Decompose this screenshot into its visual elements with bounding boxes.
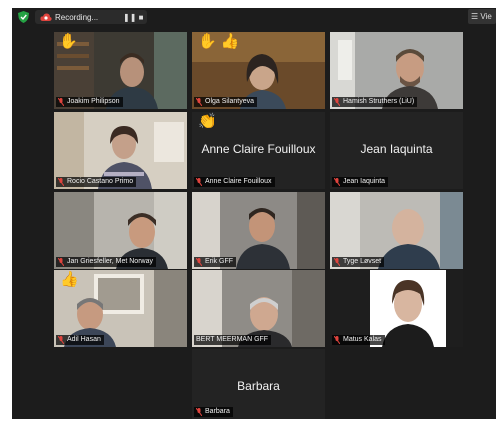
- muted-mic-icon: [58, 258, 64, 266]
- video-tile-tyge[interactable]: Tyge Løvset: [330, 192, 463, 269]
- participant-name: Barbara: [205, 408, 230, 415]
- video-tile-adil[interactable]: 👍 Adil Hasan: [54, 270, 187, 347]
- participant-name: Tyge Løvset: [343, 258, 382, 265]
- video-tile-matus[interactable]: Matus Kalas: [330, 270, 463, 347]
- muted-mic-icon: [334, 98, 340, 106]
- participant-name: Jean Iaquinta: [343, 178, 386, 185]
- video-tile-jean[interactable]: Jean Iaquinta Jean Iaquinta: [330, 112, 463, 189]
- participant-name: Hamish Struthers (LiU): [343, 98, 415, 105]
- thumbs-up-icon: 👍: [60, 271, 79, 288]
- video-tile-bert-active-speaker[interactable]: BERT MEERMAN GFF: [192, 270, 325, 347]
- pause-icon[interactable]: ❚❚: [123, 13, 136, 22]
- participant-name: Joakim Philipson: [67, 98, 120, 105]
- video-tile-barbara[interactable]: Barbara Barbara: [192, 349, 325, 419]
- recording-label: Recording...: [55, 12, 99, 22]
- participant-name-label: Barbara: [194, 407, 233, 417]
- participant-display-name: Barbara: [237, 379, 280, 393]
- participant-name-label: Jan Griesfeller, Met Norway: [56, 257, 156, 267]
- video-tile-jan[interactable]: Jan Griesfeller, Met Norway: [54, 192, 187, 269]
- participant-name: Olga Silantyeva: [205, 98, 255, 105]
- video-tile-rocio[interactable]: Rocio Castano Primo: [54, 112, 187, 189]
- muted-mic-icon: [196, 178, 202, 186]
- view-button[interactable]: ☰ Vie: [468, 9, 496, 24]
- participant-name: BERT MEERMAN GFF: [196, 336, 269, 343]
- top-bar: Recording... ❚❚ ■ ☰ Vie: [12, 8, 496, 26]
- participant-name-label: Hamish Struthers (LiU): [332, 97, 418, 107]
- muted-mic-icon: [58, 178, 64, 186]
- participant-name-label: BERT MEERMAN GFF: [194, 335, 272, 345]
- participant-name-label: Joakim Philipson: [56, 97, 123, 107]
- participant-name: Erik GFF: [205, 258, 233, 265]
- video-tile-anne-claire[interactable]: 👏 Anne Claire Fouilloux Anne Claire Foui…: [192, 112, 325, 189]
- muted-mic-icon: [334, 336, 340, 344]
- reaction-icon: ✋ 👍: [198, 33, 240, 50]
- meeting-window: Recording... ❚❚ ■ ☰ Vie ✋ Joakim Philips…: [12, 8, 496, 419]
- video-tile-joakim[interactable]: ✋ Joakim Philipson: [54, 32, 187, 109]
- muted-mic-icon: [196, 258, 202, 266]
- participant-name-label: Jean Iaquinta: [332, 177, 389, 187]
- participant-display-name: Anne Claire Fouilloux: [201, 142, 316, 156]
- participant-name: Jan Griesfeller, Met Norway: [67, 258, 153, 265]
- participant-name-label: Tyge Løvset: [332, 257, 385, 267]
- raise-hand-icon: ✋: [59, 33, 78, 50]
- shield-icon[interactable]: [18, 11, 29, 23]
- grid-view-label: ☰ Vie: [471, 12, 492, 21]
- participant-name: Anne Claire Fouilloux: [205, 178, 272, 185]
- participant-name-label: Matus Kalas: [332, 335, 385, 345]
- participant-name-label: Erik GFF: [194, 257, 236, 267]
- video-tile-hamish[interactable]: Hamish Struthers (LiU): [330, 32, 463, 109]
- participant-name-label: Adil Hasan: [56, 335, 104, 345]
- participant-name-label: Anne Claire Fouilloux: [194, 177, 275, 187]
- cloud-record-icon: [40, 13, 52, 21]
- participant-display-name: Jean Iaquinta: [360, 142, 433, 156]
- muted-mic-icon: [196, 408, 202, 416]
- clap-icon: 👏: [198, 113, 217, 130]
- muted-mic-icon: [58, 336, 64, 344]
- muted-mic-icon: [334, 178, 340, 186]
- stop-icon[interactable]: ■: [135, 13, 147, 22]
- participant-name-label: Rocio Castano Primo: [56, 177, 137, 187]
- video-tile-olga[interactable]: ✋ 👍 Olga Silantyeva: [192, 32, 325, 109]
- participant-name-label: Olga Silantyeva: [194, 97, 258, 107]
- participant-name: Adil Hasan: [67, 336, 101, 343]
- recording-indicator[interactable]: Recording... ❚❚ ■: [35, 10, 147, 24]
- video-tile-erik[interactable]: Erik GFF: [192, 192, 325, 269]
- participant-name: Matus Kalas: [343, 336, 382, 343]
- muted-mic-icon: [196, 98, 202, 106]
- participant-name: Rocio Castano Primo: [67, 178, 134, 185]
- muted-mic-icon: [334, 258, 340, 266]
- muted-mic-icon: [58, 98, 64, 106]
